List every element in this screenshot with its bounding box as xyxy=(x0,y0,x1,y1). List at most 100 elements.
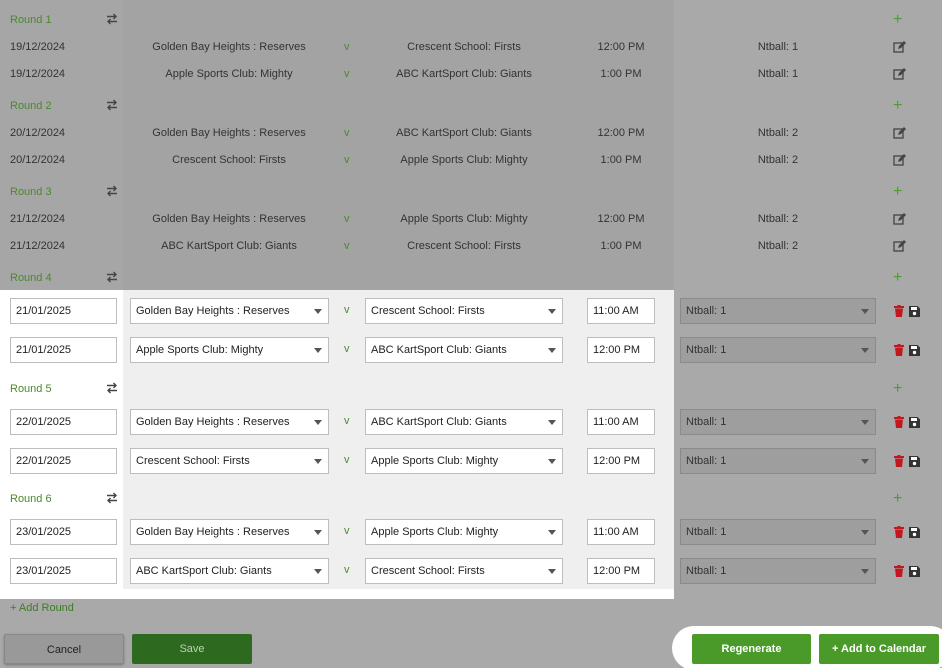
time-input[interactable]: 12:00 PM xyxy=(587,337,655,363)
swap-arrows-icon[interactable] xyxy=(106,13,118,25)
fixture-date: 21/12/2024 xyxy=(10,240,66,252)
swap-arrows-icon[interactable] xyxy=(106,382,118,394)
date-input[interactable]: 22/01/2025 xyxy=(10,409,117,435)
add-fixture-plus-icon[interactable]: + xyxy=(893,184,902,200)
away-team-select[interactable]: ABC KartSport Club: Giants xyxy=(365,337,563,363)
round-label: Round 6 xyxy=(10,493,52,505)
regenerate-button[interactable]: Regenerate xyxy=(692,634,811,664)
date-input[interactable]: 21/01/2025 xyxy=(10,337,117,363)
time-input[interactable]: 11:00 AM xyxy=(587,519,655,545)
venue-select[interactable]: Ntball: 1 xyxy=(680,558,876,584)
versus-label: v xyxy=(344,213,350,225)
venue-value: Ntball: 1 xyxy=(686,565,727,577)
away-team-value: Apple Sports Club: Mighty xyxy=(371,526,499,538)
versus-label: v xyxy=(344,343,350,355)
venue-select[interactable]: Ntball: 1 xyxy=(680,519,876,545)
add-round-link[interactable]: + Add Round xyxy=(10,602,74,614)
home-team-select[interactable]: Golden Bay Heights : Reserves xyxy=(130,298,329,324)
versus-label: v xyxy=(344,564,350,576)
venue-value: Ntball: 1 xyxy=(686,305,727,317)
chevron-down-icon xyxy=(548,309,556,314)
time-input[interactable]: 12:00 PM xyxy=(587,448,655,474)
edit-icon[interactable] xyxy=(893,41,906,54)
home-team-select[interactable]: Golden Bay Heights : Reserves xyxy=(130,409,329,435)
add-to-calendar-button[interactable]: + Add to Calendar xyxy=(819,634,939,664)
swap-arrows-icon[interactable] xyxy=(106,185,118,197)
home-team: Golden Bay Heights : Reserves xyxy=(152,41,306,53)
floppy-disk-icon[interactable] xyxy=(909,345,920,356)
away-team-select[interactable]: ABC KartSport Club: Giants xyxy=(365,409,563,435)
fixture-time: 1:00 PM xyxy=(600,240,642,252)
save-button[interactable]: Save xyxy=(132,634,252,664)
home-team-select[interactable]: ABC KartSport Club: Giants xyxy=(130,558,329,584)
edit-icon[interactable] xyxy=(893,213,906,226)
venue-select[interactable]: Ntball: 1 xyxy=(680,298,876,324)
trash-icon[interactable] xyxy=(894,305,904,317)
home-team: Golden Bay Heights : Reserves xyxy=(152,213,306,225)
chevron-down-icon xyxy=(314,309,322,314)
trash-icon[interactable] xyxy=(894,416,904,428)
away-team-select[interactable]: Crescent School: Firsts xyxy=(365,558,563,584)
fixture-time: 12:00 PM xyxy=(597,41,645,53)
home-team-select[interactable]: Golden Bay Heights : Reserves xyxy=(130,519,329,545)
round-label: Round 4 xyxy=(10,272,52,284)
versus-label: v xyxy=(344,525,350,537)
date-input[interactable]: 23/01/2025 xyxy=(10,558,117,584)
venue-select[interactable]: Ntball: 1 xyxy=(680,448,876,474)
add-fixture-plus-icon[interactable]: + xyxy=(893,98,902,114)
away-team-select[interactable]: Apple Sports Club: Mighty xyxy=(365,448,563,474)
chevron-down-icon xyxy=(861,459,869,464)
away-team-select[interactable]: Crescent School: Firsts xyxy=(365,298,563,324)
versus-label: v xyxy=(344,454,350,466)
time-input[interactable]: 11:00 AM xyxy=(587,298,655,324)
add-fixture-plus-icon[interactable]: + xyxy=(893,491,902,507)
add-fixture-plus-icon[interactable]: + xyxy=(893,12,902,28)
home-team: Apple Sports Club: Mighty xyxy=(165,68,293,80)
fixture-time: 12:00 PM xyxy=(597,213,645,225)
chevron-down-icon xyxy=(861,309,869,314)
edit-icon[interactable] xyxy=(893,68,906,81)
fixture-venue: Ntball: 2 xyxy=(757,127,799,139)
round-label: Round 5 xyxy=(10,383,52,395)
venue-select[interactable]: Ntball: 1 xyxy=(680,337,876,363)
date-input[interactable]: 23/01/2025 xyxy=(10,519,117,545)
trash-icon[interactable] xyxy=(894,344,904,356)
swap-arrows-icon[interactable] xyxy=(106,271,118,283)
floppy-disk-icon[interactable] xyxy=(909,417,920,428)
versus-label: v xyxy=(344,154,350,166)
away-team: ABC KartSport Club: Giants xyxy=(396,127,532,139)
home-team: Golden Bay Heights : Reserves xyxy=(152,127,306,139)
date-input[interactable]: 22/01/2025 xyxy=(10,448,117,474)
date-input[interactable]: 21/01/2025 xyxy=(10,298,117,324)
home-team-value: Apple Sports Club: Mighty xyxy=(136,344,264,356)
fixture-venue: Ntball: 1 xyxy=(757,41,799,53)
trash-icon[interactable] xyxy=(894,526,904,538)
swap-arrows-icon[interactable] xyxy=(106,99,118,111)
fixture-venue: Ntball: 1 xyxy=(757,68,799,80)
edit-icon[interactable] xyxy=(893,127,906,140)
floppy-disk-icon[interactable] xyxy=(909,456,920,467)
floppy-disk-icon[interactable] xyxy=(909,306,920,317)
versus-label: v xyxy=(344,304,350,316)
edit-icon[interactable] xyxy=(893,154,906,167)
add-fixture-plus-icon[interactable]: + xyxy=(893,270,902,286)
cancel-button[interactable]: Cancel xyxy=(4,634,124,664)
floppy-disk-icon[interactable] xyxy=(909,566,920,577)
home-team-select[interactable]: Apple Sports Club: Mighty xyxy=(130,337,329,363)
home-team-value: Golden Bay Heights : Reserves xyxy=(136,305,290,317)
away-team-value: ABC KartSport Club: Giants xyxy=(371,344,507,356)
time-input[interactable]: 11:00 AM xyxy=(587,409,655,435)
time-input[interactable]: 12:00 PM xyxy=(587,558,655,584)
trash-icon[interactable] xyxy=(894,565,904,577)
venue-select[interactable]: Ntball: 1 xyxy=(680,409,876,435)
home-team-value: Golden Bay Heights : Reserves xyxy=(136,526,290,538)
trash-icon[interactable] xyxy=(894,455,904,467)
away-team-select[interactable]: Apple Sports Club: Mighty xyxy=(365,519,563,545)
floppy-disk-icon[interactable] xyxy=(909,527,920,538)
home-team-select[interactable]: Crescent School: Firsts xyxy=(130,448,329,474)
swap-arrows-icon[interactable] xyxy=(106,492,118,504)
versus-label: v xyxy=(344,240,350,252)
add-fixture-plus-icon[interactable]: + xyxy=(893,381,902,397)
edit-icon[interactable] xyxy=(893,240,906,253)
chevron-down-icon xyxy=(548,569,556,574)
